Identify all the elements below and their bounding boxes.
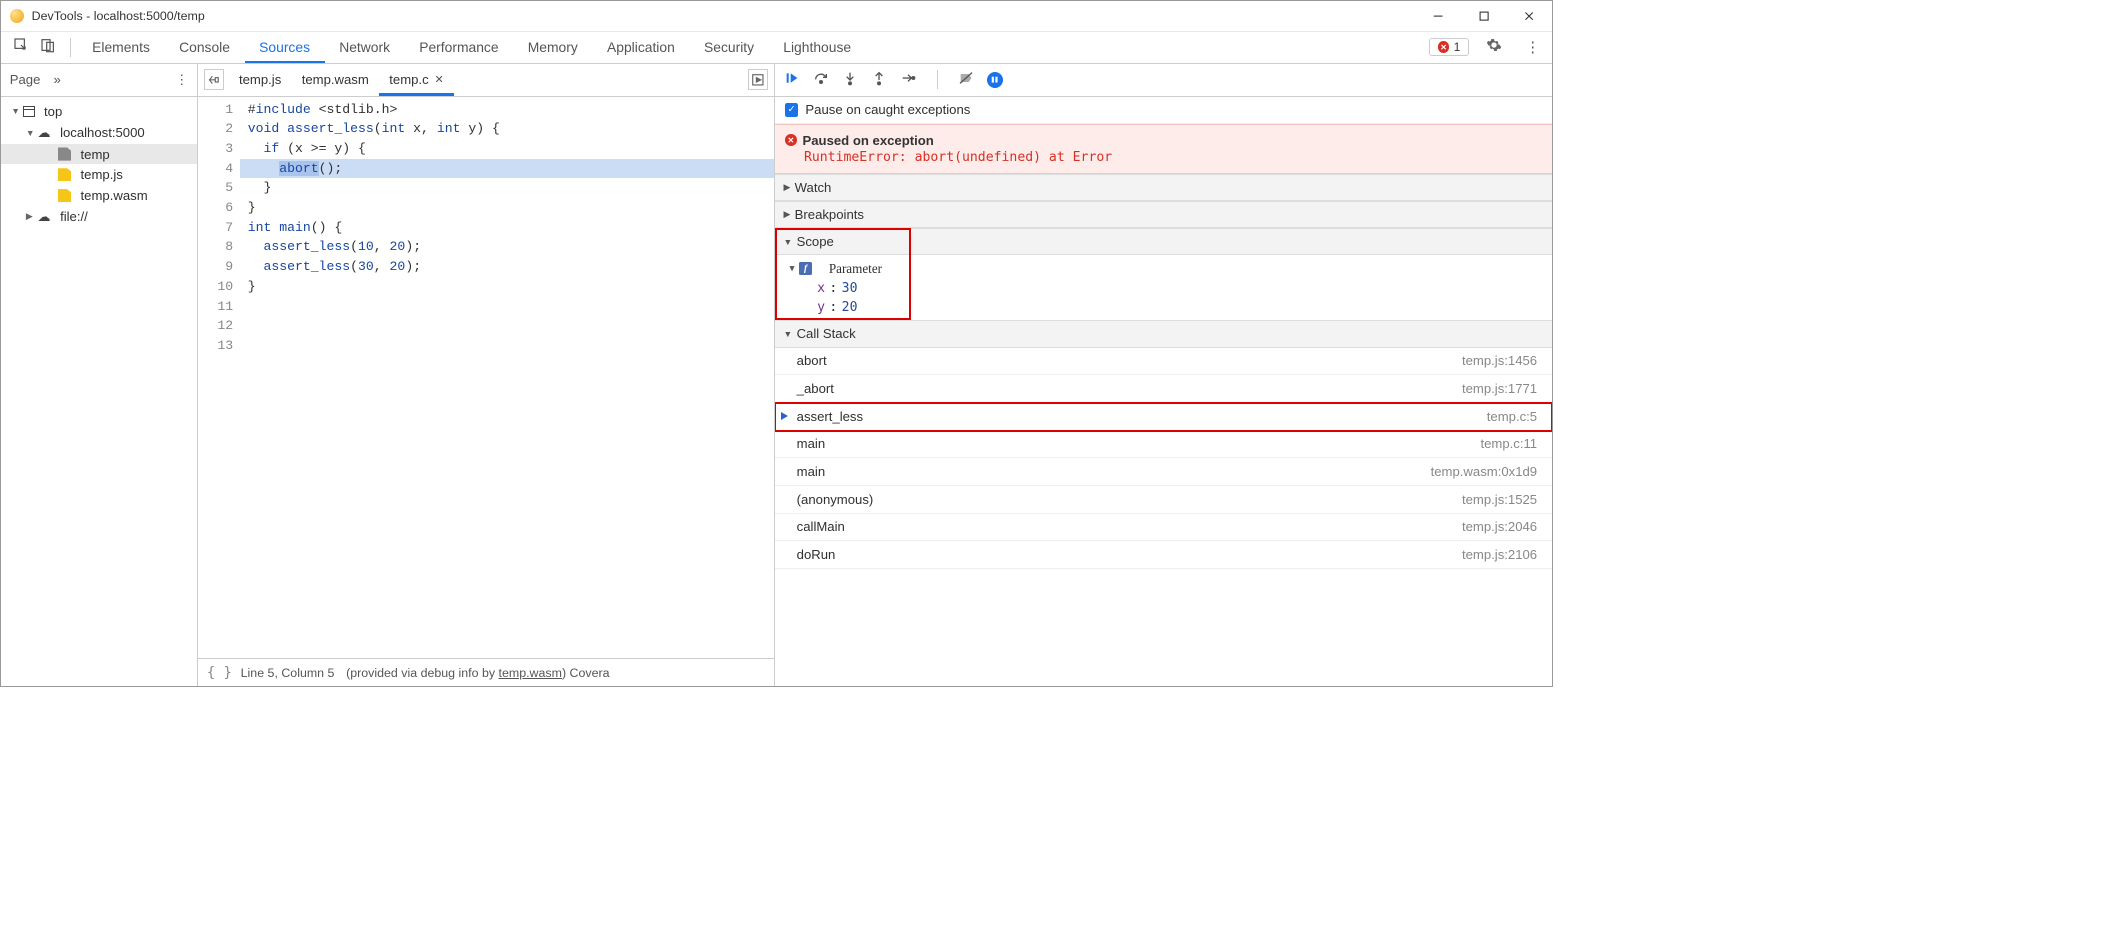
pause-on-caught-row[interactable]: ✓ Pause on caught exceptions <box>775 97 1552 125</box>
main-tab-sources[interactable]: Sources <box>245 32 325 63</box>
chevrons-icon[interactable]: » <box>54 72 61 87</box>
exception-banner: ✕Paused on exception RuntimeError: abort… <box>775 124 1552 174</box>
window-close-button[interactable] <box>1506 1 1551 31</box>
stack-frame[interactable]: doRuntemp.js:2106 <box>775 541 1552 569</box>
main-tab-application[interactable]: Application <box>592 32 689 63</box>
scope-group[interactable]: ▼f Parameter <box>775 258 1552 278</box>
page-navigator-panel: Page » ⋮ ▼ top ▼☁ localhost:5000 temp te… <box>1 64 198 686</box>
checkbox-checked-icon[interactable]: ✓ <box>785 103 798 116</box>
main-tab-lighthouse[interactable]: Lighthouse <box>769 32 866 63</box>
window-title: DevTools - localhost:5000/temp <box>32 9 1416 23</box>
file-tab-temp-js[interactable]: temp.js <box>229 64 292 96</box>
stack-frame[interactable]: maintemp.wasm:0x1d9 <box>775 458 1552 486</box>
sources-editor-panel: temp.jstemp.wasmtemp.c✕ 1234567891011121… <box>198 64 775 686</box>
step-out-icon[interactable] <box>871 70 887 90</box>
stack-frame[interactable]: _aborttemp.js:1771 <box>775 375 1552 403</box>
document-icon <box>58 147 71 160</box>
error-icon: ✕ <box>1438 41 1450 53</box>
main-tab-network[interactable]: Network <box>325 32 405 63</box>
code-area[interactable]: #include <stdlib.h>void assert_less(int … <box>240 97 773 659</box>
stack-frame[interactable]: (anonymous)temp.js:1525 <box>775 486 1552 514</box>
deactivate-breakpoints-icon[interactable] <box>958 70 974 90</box>
inspect-element-icon[interactable] <box>13 37 29 57</box>
main-tab-performance[interactable]: Performance <box>405 32 514 63</box>
tree-top[interactable]: ▼ top <box>1 101 197 122</box>
kebab-menu-icon[interactable]: ⋮ <box>1525 39 1540 56</box>
line-gutter: 12345678910111213 <box>198 97 240 659</box>
device-toggle-icon[interactable] <box>40 37 56 57</box>
cloud-icon: ☁ <box>37 209 50 225</box>
step-into-icon[interactable] <box>842 70 858 90</box>
settings-gear-icon[interactable] <box>1486 37 1502 57</box>
frame-icon <box>23 106 35 116</box>
pause-on-exceptions-icon[interactable] <box>987 72 1003 88</box>
main-tab-console[interactable]: Console <box>165 32 245 63</box>
file-tab-temp-wasm[interactable]: temp.wasm <box>291 64 379 96</box>
separator <box>70 38 71 57</box>
page-pane-title: Page <box>10 72 41 87</box>
error-icon: ✕ <box>785 134 797 146</box>
stack-frame[interactable]: maintemp.c:11 <box>775 431 1552 459</box>
main-tab-memory[interactable]: Memory <box>513 32 592 63</box>
pretty-print-icon[interactable]: { } <box>207 665 232 681</box>
tree-file-tempjs[interactable]: temp.js <box>1 164 197 185</box>
tree-file-tempwasm[interactable]: temp.wasm <box>1 185 197 206</box>
tree-file-temp[interactable]: temp <box>1 144 197 165</box>
function-badge-icon: f <box>799 262 812 275</box>
exception-message: RuntimeError: abort(undefined) at Error <box>804 148 1542 166</box>
window-minimize-button[interactable] <box>1416 1 1461 31</box>
cloud-icon: ☁ <box>37 125 50 141</box>
window-maximize-button[interactable] <box>1461 1 1506 31</box>
js-file-icon <box>58 168 71 181</box>
callstack-section-header[interactable]: ▼Call Stack <box>775 320 1552 347</box>
watch-section-header[interactable]: ▶Watch <box>775 174 1552 201</box>
scope-var-x: x: 30 <box>775 279 1552 298</box>
main-tab-security[interactable]: Security <box>689 32 768 63</box>
tree-origin[interactable]: ▼☁ localhost:5000 <box>1 122 197 144</box>
tree-file-scheme[interactable]: ▶☁ file:// <box>1 206 197 228</box>
file-tab-temp-c[interactable]: temp.c✕ <box>379 64 454 96</box>
cursor-position: Line 5, Column 5 <box>241 666 335 680</box>
error-count-badge[interactable]: ✕ 1 <box>1429 38 1468 56</box>
step-icon[interactable] <box>900 70 916 90</box>
run-snippet-button[interactable] <box>748 69 768 89</box>
scope-var-y: y: 20 <box>775 298 1552 317</box>
debugger-panel: ✓ Pause on caught exceptions ✕Paused on … <box>775 64 1552 686</box>
separator <box>937 70 938 89</box>
error-count: 1 <box>1454 41 1461 54</box>
resume-icon[interactable] <box>784 70 800 90</box>
stack-frame[interactable]: aborttemp.js:1456 <box>775 348 1552 376</box>
main-toolbar: ElementsConsoleSourcesNetworkPerformance… <box>1 32 1552 64</box>
scope-section-header[interactable]: ▼Scope <box>775 228 1552 255</box>
editor-statusbar: { } Line 5, Column 5 (provided via debug… <box>198 658 774 686</box>
devtools-app-icon <box>10 9 25 24</box>
close-icon[interactable]: ✕ <box>434 73 443 86</box>
step-over-icon[interactable] <box>813 70 829 90</box>
stack-frame[interactable]: assert_lesstemp.c:5 <box>775 403 1552 431</box>
breakpoints-section-header[interactable]: ▶Breakpoints <box>775 201 1552 228</box>
debug-info-link[interactable]: temp.wasm <box>499 666 562 680</box>
stack-frame[interactable]: callMaintemp.js:2046 <box>775 514 1552 542</box>
wasm-file-icon <box>58 189 71 202</box>
history-back-button[interactable] <box>204 69 224 89</box>
page-more-icon[interactable]: ⋮ <box>175 72 188 88</box>
window-titlebar: DevTools - localhost:5000/temp <box>1 1 1552 32</box>
main-tab-elements[interactable]: Elements <box>78 32 165 63</box>
